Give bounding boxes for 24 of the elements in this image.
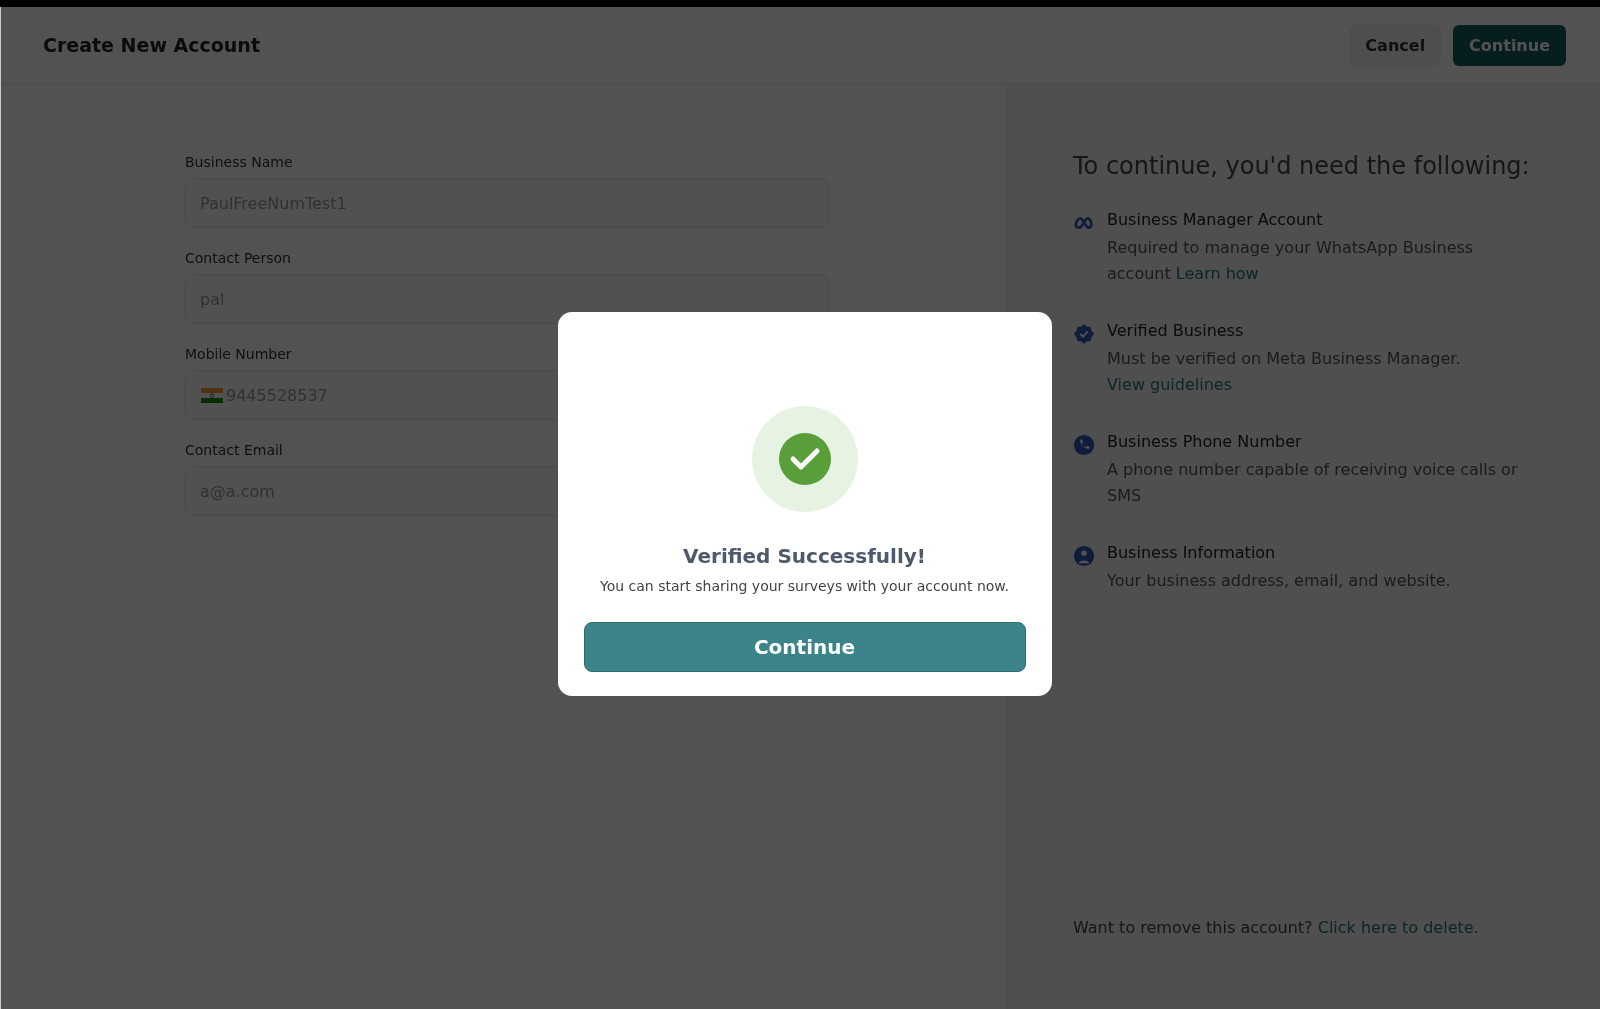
person-icon [1073, 545, 1095, 567]
continue-button[interactable]: Continue [583, 622, 1026, 672]
requirement-link[interactable]: View guidelines [1107, 375, 1232, 394]
delete-account-note: Want to remove this account? Click here to delete. [1073, 918, 1480, 937]
field-label: Contact Person [185, 250, 292, 266]
cancel-button[interactable]: Cancel [1349, 24, 1442, 66]
dialog-message: You can start sharing your surveys with your account now. [600, 578, 1009, 594]
requirements-heading: To continue, you'd need the following: [1073, 152, 1531, 180]
continue-button[interactable]: Continue [1453, 24, 1566, 66]
field-label: Contact Email [185, 442, 284, 458]
verified-badge-icon [1073, 323, 1095, 345]
field-label: Business Name [185, 154, 294, 170]
dialog-title: Verified Successfully! [683, 544, 926, 568]
requirement-title: Business Manager Account [1107, 210, 1324, 229]
phone-icon [1073, 434, 1095, 456]
requirement-title: Business Phone Number [1107, 432, 1303, 451]
delete-account-link[interactable]: Click here to delete. [1317, 918, 1479, 937]
requirement-link[interactable]: Learn how [1175, 264, 1259, 283]
requirement-title: Business Information [1107, 543, 1277, 562]
check-circle-icon [751, 406, 858, 512]
flag-icon [201, 388, 223, 403]
field-label: Mobile Number [185, 346, 293, 362]
requirement-title: Verified Business [1107, 321, 1245, 340]
page-title: Create New Account [43, 34, 260, 56]
